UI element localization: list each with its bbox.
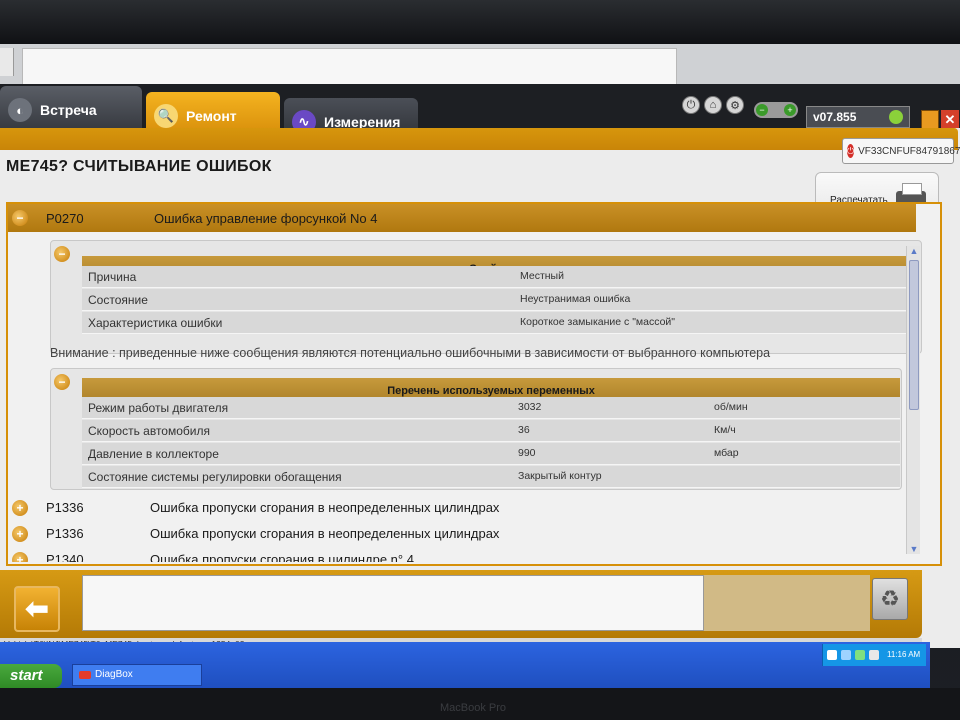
property-label: Характеристика ошибки (88, 316, 223, 330)
help-icon[interactable] (827, 650, 837, 660)
variable-unit: об/мин (714, 401, 748, 413)
network-icon[interactable] (841, 650, 851, 660)
vin-box[interactable]: ⏻ VF33CNFUF84791867 (842, 138, 960, 164)
scroll-thumb[interactable] (909, 260, 919, 410)
minus-icon: − (756, 104, 768, 116)
magnifier-icon: 🔍 (154, 104, 178, 128)
property-value: Неустранимая ошибка (520, 293, 631, 305)
connection-indicator[interactable]: − + (754, 102, 798, 118)
version-label: v07.855 (813, 110, 857, 124)
fault-description: Ошибка пропуски сгорания в неопределенны… (150, 500, 500, 515)
power-down-icon[interactable]: ⏻ (682, 96, 700, 114)
variable-label: Скорость автомобиля (88, 424, 210, 438)
arrow-left-icon: ⬅ (25, 593, 49, 624)
status-leaf-icon (889, 110, 903, 124)
variable-row: Скорость автомобиля 36 Км/ч (82, 420, 900, 442)
tab-meet[interactable]: ◐ Встреча (0, 86, 142, 134)
variable-row: Режим работы двигателя 3032 об/мин (82, 397, 900, 419)
start-button[interactable]: start (0, 664, 62, 688)
meet-icon: ◐ (8, 98, 32, 122)
property-row: Причина Местный (82, 266, 908, 288)
expand-icon[interactable]: + (12, 552, 28, 562)
fault-description: Ошибка управление форсункой No 4 (154, 210, 378, 226)
collapse-variables-icon[interactable]: − (54, 374, 70, 390)
page-title: ME745? СЧИТЫВАНИЕ ОШИБОК (6, 158, 272, 175)
settings-icon[interactable]: ⚙ (726, 96, 744, 114)
home-icon[interactable]: ⌂ (704, 96, 722, 114)
fault-code: P1340 (46, 552, 84, 562)
property-value: Местный (520, 270, 564, 282)
bezel-top (0, 0, 960, 44)
volume-icon[interactable] (855, 650, 865, 660)
fault-list-scrollbar[interactable]: ▲ ▼ (906, 246, 920, 554)
tab-repair-label: Ремонт (186, 108, 237, 124)
variable-row: Давление в коллекторе 990 мбар (82, 443, 900, 465)
expand-icon[interactable]: + (12, 526, 28, 542)
fault-list-clip: + P1340 Ошибка пропуски сгорания в цилин… (12, 548, 902, 562)
property-row: Характеристика ошибки Короткое замыкание… (82, 312, 908, 334)
collapse-properties-icon[interactable]: − (54, 246, 70, 262)
trash-icon: ♻ (880, 586, 900, 611)
screen: ◐ Встреча 🔍 Ремонт ∿ Измерения ⏻ ⌂ ⚙ − +… (0, 0, 960, 720)
toolbar-icons: ⏻ ⌂ ⚙ (682, 96, 744, 114)
safely-remove-icon[interactable] (869, 650, 879, 660)
close-button[interactable]: ✕ (941, 110, 959, 130)
fault-item-collapsed[interactable]: + P1340 Ошибка пропуски сгорания в цилин… (12, 548, 414, 562)
version-box: v07.855 (806, 106, 910, 128)
variable-unit: Км/ч (714, 424, 736, 436)
variable-value: Закрытый контур (518, 470, 602, 482)
variable-row: Состояние системы регулировки обогащения… (82, 466, 900, 488)
message-field (82, 575, 704, 631)
power-icon: ⏻ (847, 144, 855, 158)
expand-icon[interactable]: + (12, 500, 28, 516)
fault-description: Ошибка пропуски сгорания в цилиндре n° 4 (150, 552, 414, 562)
property-value: Короткое замыкание с "массой" (520, 316, 676, 328)
app-header-band (0, 128, 958, 150)
bezel-brand: MacBook Pro (440, 702, 507, 714)
app-logo (0, 48, 14, 76)
tab-meet-label: Встреча (40, 102, 97, 118)
variable-label: Режим работы двигателя (88, 401, 229, 415)
variable-unit: мбар (714, 447, 739, 459)
taskbar-item-diagbox[interactable]: DiagBox (72, 664, 202, 686)
property-label: Причина (88, 270, 137, 284)
plus-icon: + (784, 104, 796, 116)
fault-code: P0270 (46, 210, 84, 226)
clock: 11:16 AM (887, 650, 921, 659)
system-tray: 11:16 AM (822, 644, 926, 666)
variable-value: 36 (518, 424, 530, 436)
fault-item-expanded[interactable]: − P0270 Ошибка управление форсункой No 4 (8, 204, 916, 232)
fault-item-collapsed[interactable]: + P1336 Ошибка пропуски сгорания в неопр… (12, 522, 499, 546)
variable-label: Давление в коллекторе (88, 447, 219, 461)
fault-code: P1336 (46, 500, 84, 515)
property-row: Состояние Неустранимая ошибка (82, 289, 908, 311)
scroll-down-icon[interactable]: ▼ (908, 544, 920, 554)
warning-message: Внимание : приведенные ниже сообщения яв… (50, 346, 771, 360)
fault-item-collapsed[interactable]: + P1336 Ошибка пропуски сгорания в неопр… (12, 496, 499, 520)
minimize-button[interactable] (921, 110, 939, 130)
fault-description: Ошибка пропуски сгорания в неопределенны… (150, 526, 500, 541)
variable-value: 3032 (518, 401, 542, 413)
variable-value: 990 (518, 447, 536, 459)
collapse-icon[interactable]: − (12, 210, 28, 226)
trash-button[interactable]: ♻ (872, 578, 908, 620)
back-button[interactable]: ⬅ (14, 586, 60, 632)
vin-label: VF33CNFUF84791867 (858, 145, 960, 157)
fault-code: P1336 (46, 526, 84, 541)
message-side-area (704, 575, 870, 631)
variable-label: Состояние системы регулировки обогащения (88, 470, 342, 484)
scroll-up-icon[interactable]: ▲ (908, 246, 920, 256)
property-label: Состояние (88, 293, 148, 307)
